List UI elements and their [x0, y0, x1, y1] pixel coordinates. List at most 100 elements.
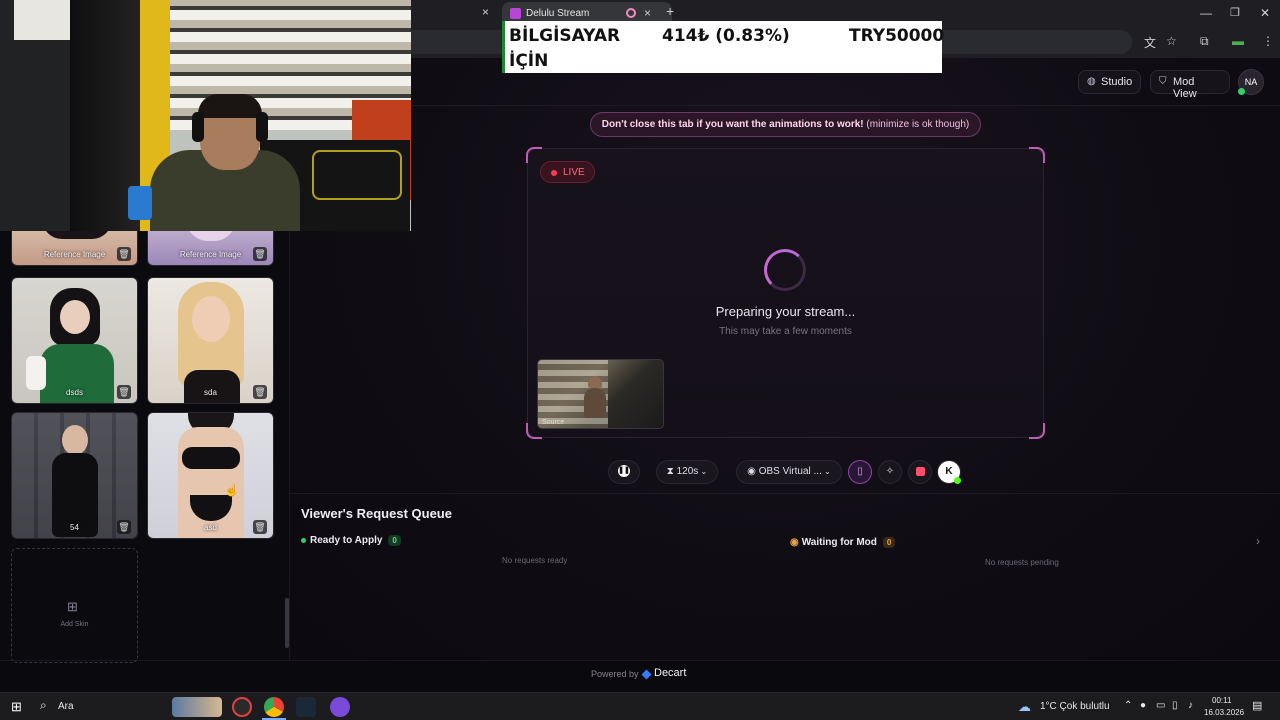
camera-tray-icon[interactable]: ▭ — [1156, 700, 1165, 711]
window-close-button[interactable]: ✕ — [1260, 6, 1270, 20]
studio-button[interactable]: ◍ Studio — [1078, 70, 1141, 94]
app-icon[interactable] — [232, 697, 252, 717]
layout-icon: ▯ — [857, 466, 863, 477]
online-status-dot — [1238, 88, 1245, 95]
weather-text[interactable]: 1°C Çok bulutlu — [1040, 701, 1110, 712]
kick-status-dot — [954, 477, 961, 484]
trash-icon[interactable]: 🗑 — [253, 247, 267, 261]
decart-logo-icon — [641, 669, 652, 680]
kick-logo-icon: K — [945, 466, 953, 477]
palette-icon: ◍ — [1087, 76, 1096, 87]
pause-icon: ❚❚ — [618, 465, 630, 478]
stream-preview: LIVE Preparing your stream... This may t… — [526, 147, 1045, 439]
frame-corner — [1029, 423, 1045, 439]
close-icon[interactable]: × — [482, 5, 489, 19]
translate-icon[interactable]: 文 — [1144, 34, 1156, 51]
effects-button[interactable]: ✧ — [878, 460, 902, 484]
studio-label: Studio — [1101, 76, 1133, 88]
decart-brand[interactable]: Decart — [654, 667, 686, 679]
tab-close-icon[interactable]: × — [644, 6, 651, 20]
frame-corner — [1029, 147, 1045, 163]
notice-bold-text: Don't close this tab if you want the ani… — [601, 119, 864, 130]
new-tab-button[interactable]: + — [666, 3, 674, 19]
shield-icon: ⛉ — [1159, 76, 1167, 87]
skin-card[interactable]: 54 🗑 — [11, 412, 138, 539]
stop-icon — [915, 466, 925, 476]
extensions-icon[interactable]: ⧉ — [1200, 34, 1209, 49]
layout-toggle-button[interactable]: ▯ — [848, 460, 872, 484]
footer: Powered by Decart — [0, 660, 1280, 692]
network-icon[interactable]: ▯ — [1172, 700, 1178, 711]
windows-start-icon[interactable]: ⊞ — [11, 699, 22, 715]
source-label: Source — [542, 419, 565, 426]
timer-dropdown[interactable]: ⧗ 120s ⌄ — [656, 460, 718, 484]
profile-icon[interactable]: ▬ — [1232, 34, 1244, 48]
donation-goal-overlay: BİLGİSAYAR İÇİN 414₺ (0.83%) TRY50000 — [502, 21, 945, 73]
notification-icon[interactable]: ▤ — [1252, 699, 1262, 712]
queue-title: Viewer's Request Queue — [301, 506, 452, 521]
ready-empty-text: No requests ready — [502, 556, 568, 565]
webcam-overlay — [0, 0, 411, 231]
chevron-down-icon: ⌄ — [698, 467, 708, 476]
ready-dot — [301, 537, 306, 543]
kick-button[interactable]: K — [937, 460, 961, 484]
frame-corner — [526, 147, 542, 163]
trash-icon[interactable]: 🗑 — [117, 247, 131, 261]
bookmark-star-icon[interactable]: ☆ — [1166, 34, 1177, 48]
camera-icon: ◉ — [747, 466, 759, 477]
skin-card[interactable]: sda 🗑 — [147, 277, 274, 404]
preparing-subtitle: This may take a few moments — [719, 326, 852, 337]
tray-chevron-icon[interactable]: ⌃ — [1124, 700, 1132, 711]
widget-thumbnail[interactable] — [172, 697, 222, 717]
skin-card[interactable]: ☝ asd 🗑 — [147, 412, 274, 539]
mod-view-label: Mod View — [1173, 76, 1197, 100]
trash-icon[interactable]: 🗑 — [117, 385, 131, 399]
obs-icon[interactable] — [330, 697, 350, 717]
windows-taskbar: ⊞ ⌕ Ara ☁ 1°C Çok bulutlu ⌃ ● ▭ ▯ ♪ 00:1… — [0, 692, 1280, 720]
clock-time[interactable]: 00:11 — [1212, 696, 1231, 705]
volume-icon[interactable]: ♪ — [1188, 700, 1193, 711]
chevron-down-icon: ⌄ — [821, 467, 831, 476]
cursor-pointer-icon: ☝ — [224, 483, 239, 497]
waiting-empty-text: No requests pending — [985, 558, 1059, 567]
waiting-header: ◉ Waiting for Mod 0 — [790, 537, 896, 548]
pause-button[interactable]: ❚❚ — [608, 460, 640, 484]
mic-icon[interactable]: ● — [1140, 700, 1146, 711]
request-queue: Viewer's Request Queue Ready to Apply 0 N… — [290, 493, 1280, 663]
sidebar-scrollbar[interactable] — [285, 598, 289, 648]
minimize-button[interactable]: — — [1200, 6, 1212, 20]
ready-label: Ready to Apply — [310, 535, 383, 546]
goal-target: TRY50000 — [849, 26, 945, 46]
source-preview[interactable]: Source — [537, 359, 664, 429]
add-skin-button[interactable]: ⊞ Add Skin — [11, 548, 138, 663]
chrome-icon[interactable] — [264, 697, 284, 717]
waiting-count: 0 — [882, 537, 896, 548]
mod-view-button[interactable]: ⛉ Mod View — [1150, 70, 1230, 100]
taskbar-search[interactable]: Ara — [58, 701, 74, 712]
powered-by-text: Powered by — [591, 669, 639, 679]
waiting-label: Waiting for Mod — [801, 537, 877, 548]
camera-select[interactable]: ◉ OBS Virtual ... ⌄ — [736, 460, 842, 484]
search-icon[interactable]: ⌕ — [40, 698, 47, 713]
restore-button[interactable]: ❐ — [1230, 6, 1240, 19]
steam-icon[interactable] — [296, 697, 316, 717]
trash-icon[interactable]: 🗑 — [253, 520, 267, 534]
recording-icon — [626, 8, 636, 18]
trash-icon[interactable]: 🗑 — [117, 520, 131, 534]
camera-label: OBS Virtual ... — [758, 466, 822, 477]
timer-label: 120s — [676, 466, 699, 477]
weather-icon: ☁ — [1018, 699, 1031, 714]
sparkle-icon: ✧ — [885, 466, 895, 477]
goal-title-line1: BİLGİSAYAR — [509, 26, 621, 46]
skin-card[interactable]: dsds 🗑 — [11, 277, 138, 404]
clock-date[interactable]: 16.03.2026 — [1204, 708, 1244, 717]
menu-kebab-icon[interactable]: ⋮ — [1262, 34, 1274, 48]
trash-icon[interactable]: 🗑 — [253, 385, 267, 399]
add-skin-label: Add Skin — [60, 621, 89, 628]
tab-title: Delulu Stream — [526, 8, 590, 19]
chevron-right-icon[interactable]: › — [1256, 534, 1260, 548]
notice-banner: Don't close this tab if you want the ani… — [590, 112, 981, 137]
live-badge: LIVE — [540, 161, 595, 183]
stop-button[interactable] — [908, 460, 932, 484]
eye-icon: ◉ — [790, 537, 799, 548]
